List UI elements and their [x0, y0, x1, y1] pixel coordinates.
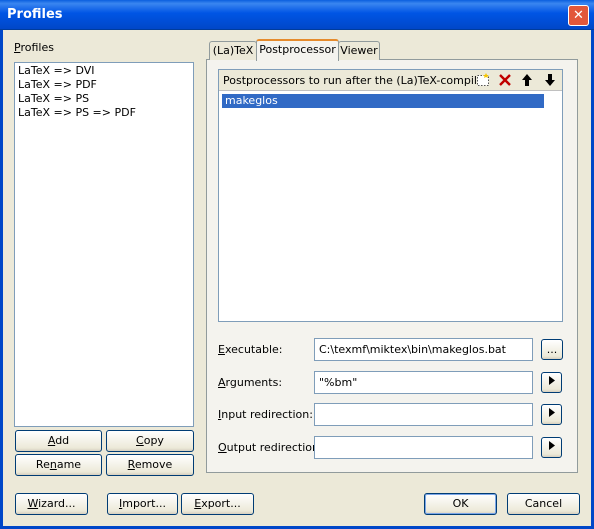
wizard-button[interactable]: Wizard...: [15, 493, 88, 515]
tab-postprocessor[interactable]: Postprocessor: [256, 39, 339, 61]
ok-button[interactable]: OK: [424, 493, 497, 515]
arrow-right-icon: [548, 376, 555, 385]
window-title: Profiles: [7, 7, 63, 22]
arguments-menu-button[interactable]: [541, 372, 562, 393]
copy-button[interactable]: Copy: [106, 430, 194, 452]
browse-button[interactable]: ...: [541, 339, 563, 360]
list-item[interactable]: LaTeX => PS: [18, 92, 89, 106]
title-bar: [0, 0, 594, 30]
move-down-icon[interactable]: [542, 73, 558, 89]
arrow-right-icon: [548, 408, 555, 417]
delete-icon[interactable]: [497, 73, 513, 89]
list-item[interactable]: LaTeX => PS => PDF: [18, 106, 136, 120]
arguments-field[interactable]: "%bm": [314, 371, 533, 394]
move-up-icon[interactable]: [519, 73, 535, 89]
input-redirection-label: Input redirection:: [218, 408, 313, 421]
postprocessor-list-title: Postprocessors to run after the (La)TeX-…: [223, 74, 489, 87]
input-redirection-field[interactable]: [314, 403, 533, 426]
input-redirection-menu-button[interactable]: [541, 404, 562, 425]
new-item-icon[interactable]: [475, 73, 491, 89]
output-redirection-menu-button[interactable]: [541, 437, 562, 458]
close-button[interactable]: ✕: [568, 5, 589, 26]
profiles-label: Profiles: [14, 41, 54, 54]
output-redirection-label: Output redirection:: [218, 441, 323, 454]
add-button[interactable]: Add: [15, 430, 102, 452]
output-redirection-field[interactable]: [314, 436, 533, 459]
export-button[interactable]: Export...: [181, 493, 254, 515]
list-item[interactable]: LaTeX => PDF: [18, 78, 97, 92]
arguments-label: Arguments:: [218, 376, 283, 389]
executable-label: Executable:: [218, 343, 283, 356]
list-item[interactable]: LaTeX => DVI: [18, 64, 95, 78]
arrow-right-icon: [548, 441, 555, 450]
rename-button[interactable]: Rename: [15, 454, 102, 476]
tab-viewer[interactable]: Viewer: [338, 41, 380, 60]
tab-latex[interactable]: (La)TeX: [209, 41, 257, 60]
import-button[interactable]: Import...: [107, 493, 178, 515]
postprocessor-item[interactable]: makeglos: [222, 94, 544, 108]
cancel-button[interactable]: Cancel: [507, 493, 580, 515]
executable-field[interactable]: C:\texmf\miktex\bin\makeglos.bat: [314, 338, 533, 361]
remove-button[interactable]: Remove: [106, 454, 194, 476]
